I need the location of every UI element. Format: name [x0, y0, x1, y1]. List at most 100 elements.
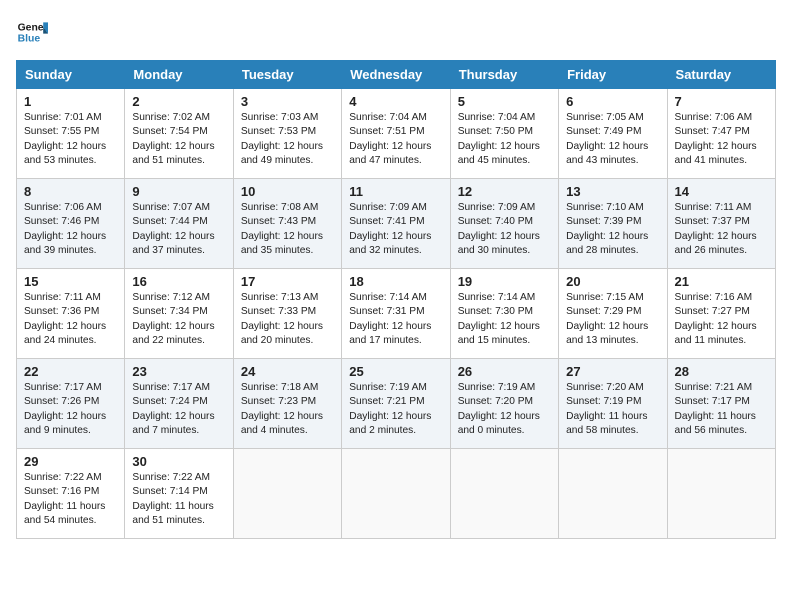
day-number: 30 — [132, 454, 225, 469]
calendar-cell: 27Sunrise: 7:20 AMSunset: 7:19 PMDayligh… — [559, 359, 667, 449]
calendar-cell: 23 Sunrise: 7:17 AMSunset: 7:24 PMDayligh… — [125, 359, 233, 449]
day-number: 22 — [24, 364, 117, 379]
calendar-cell: 7 Sunrise: 7:06 AMSunset: 7:47 PMDaylight… — [667, 89, 775, 179]
day-number: 7 — [675, 94, 768, 109]
cell-content: Sunrise: 7:08 AMSunset: 7:43 PMDaylight:… — [241, 202, 323, 256]
day-number: 14 — [675, 184, 768, 199]
weekday-header-tuesday: Tuesday — [233, 61, 341, 89]
calendar-cell: 3 Sunrise: 7:03 AMSunset: 7:53 PMDaylight… — [233, 89, 341, 179]
calendar-cell: 12 Sunrise: 7:09 AMSunset: 7:40 PMDayligh… — [450, 179, 558, 269]
cell-content: Sunrise: 7:03 AMSunset: 7:53 PMDaylight:… — [241, 112, 323, 166]
day-number: 16 — [132, 274, 225, 289]
calendar-cell: 16 Sunrise: 7:12 AMSunset: 7:34 PMDayligh… — [125, 269, 233, 359]
weekday-header-monday: Monday — [125, 61, 233, 89]
cell-content: Sunrise: 7:09 AMSunset: 7:40 PMDaylight:… — [458, 202, 540, 256]
cell-content: Sunrise: 7:16 AMSunset: 7:27 PMDaylight:… — [675, 292, 757, 346]
day-number: 12 — [458, 184, 551, 199]
day-number: 6 — [566, 94, 659, 109]
day-number: 2 — [132, 94, 225, 109]
day-number: 29 — [24, 454, 117, 469]
calendar-cell — [233, 449, 341, 539]
day-number: 19 — [458, 274, 551, 289]
cell-content: Sunrise: 7:17 AMSunset: 7:24 PMDaylight:… — [132, 382, 214, 436]
cell-content: Sunrise: 7:22 AMSunset: 7:16 PMDaylight:… — [24, 472, 105, 526]
calendar-cell: 17 Sunrise: 7:13 AMSunset: 7:33 PMDayligh… — [233, 269, 341, 359]
calendar-cell: 5 Sunrise: 7:04 AMSunset: 7:50 PMDaylight… — [450, 89, 558, 179]
cell-content: Sunrise: 7:10 AMSunset: 7:39 PMDaylight:… — [566, 202, 648, 256]
calendar-week-row: 8 Sunrise: 7:06 AMSunset: 7:46 PMDaylight… — [17, 179, 776, 269]
day-number: 15 — [24, 274, 117, 289]
calendar-cell: 21 Sunrise: 7:16 AMSunset: 7:27 PMDayligh… — [667, 269, 775, 359]
calendar-cell: 26 Sunrise: 7:19 AMSunset: 7:20 PMDayligh… — [450, 359, 558, 449]
cell-content: Sunrise: 7:05 AMSunset: 7:49 PMDaylight:… — [566, 112, 648, 166]
cell-content: Sunrise: 7:19 AMSunset: 7:20 PMDaylight:… — [458, 382, 540, 436]
calendar-week-row: 22Sunrise: 7:17 AMSunset: 7:26 PMDayligh… — [17, 359, 776, 449]
cell-content: Sunrise: 7:11 AMSunset: 7:37 PMDaylight:… — [675, 202, 757, 256]
calendar-week-row: 29 Sunrise: 7:22 AMSunset: 7:16 PMDayligh… — [17, 449, 776, 539]
logo-icon: General Blue — [16, 16, 48, 48]
day-number: 20 — [566, 274, 659, 289]
day-number: 21 — [675, 274, 768, 289]
day-number: 26 — [458, 364, 551, 379]
cell-content: Sunrise: 7:06 AMSunset: 7:46 PMDaylight:… — [24, 202, 106, 256]
cell-content: Sunrise: 7:14 AMSunset: 7:31 PMDaylight:… — [349, 292, 431, 346]
day-number: 28 — [675, 364, 768, 379]
calendar-cell: 8 Sunrise: 7:06 AMSunset: 7:46 PMDaylight… — [17, 179, 125, 269]
calendar-cell: 28 Sunrise: 7:21 AMSunset: 7:17 PMDayligh… — [667, 359, 775, 449]
day-number: 27 — [566, 364, 659, 379]
calendar-cell: 30 Sunrise: 7:22 AMSunset: 7:14 PMDayligh… — [125, 449, 233, 539]
calendar-cell: 10Sunrise: 7:08 AMSunset: 7:43 PMDayligh… — [233, 179, 341, 269]
calendar-cell: 22Sunrise: 7:17 AMSunset: 7:26 PMDayligh… — [17, 359, 125, 449]
day-number: 17 — [241, 274, 334, 289]
calendar-cell: 2 Sunrise: 7:02 AMSunset: 7:54 PMDaylight… — [125, 89, 233, 179]
cell-content: Sunrise: 7:04 AMSunset: 7:50 PMDaylight:… — [458, 112, 540, 166]
day-number: 11 — [349, 184, 442, 199]
calendar-cell: 19 Sunrise: 7:14 AMSunset: 7:30 PMDayligh… — [450, 269, 558, 359]
cell-content: Sunrise: 7:21 AMSunset: 7:17 PMDaylight:… — [675, 382, 756, 436]
weekday-header-wednesday: Wednesday — [342, 61, 450, 89]
weekday-header-saturday: Saturday — [667, 61, 775, 89]
logo: General Blue — [16, 16, 48, 48]
cell-content: Sunrise: 7:13 AMSunset: 7:33 PMDaylight:… — [241, 292, 323, 346]
calendar-cell: 11Sunrise: 7:09 AMSunset: 7:41 PMDayligh… — [342, 179, 450, 269]
cell-content: Sunrise: 7:02 AMSunset: 7:54 PMDaylight:… — [132, 112, 214, 166]
weekday-header-sunday: Sunday — [17, 61, 125, 89]
calendar-cell: 25Sunrise: 7:19 AMSunset: 7:21 PMDayligh… — [342, 359, 450, 449]
day-number: 13 — [566, 184, 659, 199]
cell-content: Sunrise: 7:12 AMSunset: 7:34 PMDaylight:… — [132, 292, 214, 346]
cell-content: Sunrise: 7:07 AMSunset: 7:44 PMDaylight:… — [132, 202, 214, 256]
calendar-cell: 9 Sunrise: 7:07 AMSunset: 7:44 PMDaylight… — [125, 179, 233, 269]
calendar-cell: 15Sunrise: 7:11 AMSunset: 7:36 PMDayligh… — [17, 269, 125, 359]
cell-content: Sunrise: 7:01 AMSunset: 7:55 PMDaylight:… — [24, 112, 106, 166]
cell-content: Sunrise: 7:19 AMSunset: 7:21 PMDaylight:… — [349, 382, 431, 436]
calendar-cell: 24 Sunrise: 7:18 AMSunset: 7:23 PMDayligh… — [233, 359, 341, 449]
cell-content: Sunrise: 7:18 AMSunset: 7:23 PMDaylight:… — [241, 382, 323, 436]
calendar-cell — [342, 449, 450, 539]
cell-content: Sunrise: 7:04 AMSunset: 7:51 PMDaylight:… — [349, 112, 431, 166]
weekday-header-thursday: Thursday — [450, 61, 558, 89]
calendar-cell: 20Sunrise: 7:15 AMSunset: 7:29 PMDayligh… — [559, 269, 667, 359]
day-number: 9 — [132, 184, 225, 199]
calendar-cell: 1 Sunrise: 7:01 AMSunset: 7:55 PMDaylight… — [17, 89, 125, 179]
calendar-cell: 18 Sunrise: 7:14 AMSunset: 7:31 PMDayligh… — [342, 269, 450, 359]
weekday-header-friday: Friday — [559, 61, 667, 89]
calendar-cell: 14 Sunrise: 7:11 AMSunset: 7:37 PMDayligh… — [667, 179, 775, 269]
calendar-cell: 29 Sunrise: 7:22 AMSunset: 7:16 PMDayligh… — [17, 449, 125, 539]
day-number: 23 — [132, 364, 225, 379]
day-number: 4 — [349, 94, 442, 109]
day-number: 3 — [241, 94, 334, 109]
day-number: 24 — [241, 364, 334, 379]
cell-content: Sunrise: 7:22 AMSunset: 7:14 PMDaylight:… — [132, 472, 213, 526]
day-number: 18 — [349, 274, 442, 289]
cell-content: Sunrise: 7:14 AMSunset: 7:30 PMDaylight:… — [458, 292, 540, 346]
calendar-cell — [450, 449, 558, 539]
day-number: 8 — [24, 184, 117, 199]
calendar-body: 1 Sunrise: 7:01 AMSunset: 7:55 PMDaylight… — [17, 89, 776, 539]
calendar-cell: 13 Sunrise: 7:10 AMSunset: 7:39 PMDayligh… — [559, 179, 667, 269]
calendar-header-row: SundayMondayTuesdayWednesdayThursdayFrid… — [17, 61, 776, 89]
calendar-cell — [667, 449, 775, 539]
day-number: 1 — [24, 94, 117, 109]
day-number: 5 — [458, 94, 551, 109]
cell-content: Sunrise: 7:06 AMSunset: 7:47 PMDaylight:… — [675, 112, 757, 166]
calendar-week-row: 15Sunrise: 7:11 AMSunset: 7:36 PMDayligh… — [17, 269, 776, 359]
